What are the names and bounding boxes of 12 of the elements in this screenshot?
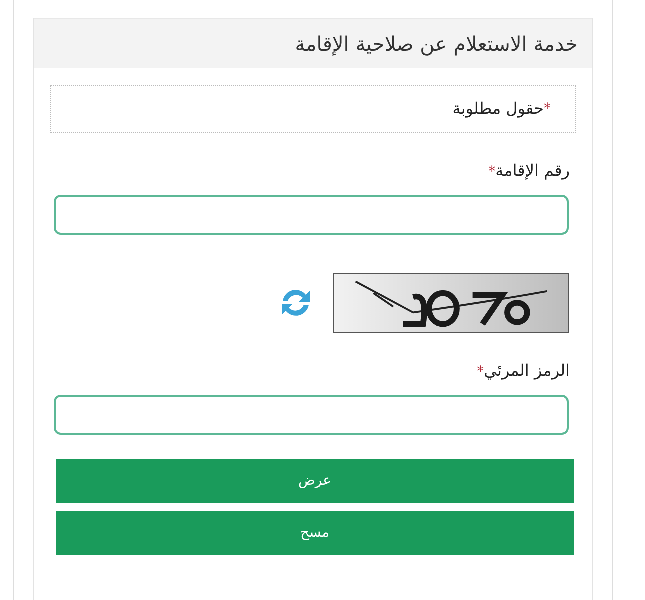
required-mark: *	[544, 100, 551, 118]
input-field[interactable]	[54, 395, 569, 435]
required-note: حقول مطلوبة	[452, 98, 544, 120]
required-mark: *	[477, 364, 484, 380]
field-label: رقم الإقامة	[496, 161, 570, 180]
input-field[interactable]	[54, 195, 569, 235]
field-label: الرمز المرئي	[484, 361, 570, 380]
refresh-icon[interactable]	[279, 287, 313, 319]
clear-button[interactable]: مسح	[56, 511, 574, 555]
panel-title: خدمة الاستعلام عن صلاحية الإقامة	[34, 18, 592, 68]
required-mark: *	[488, 164, 496, 180]
show-button[interactable]: عرض	[56, 459, 574, 503]
